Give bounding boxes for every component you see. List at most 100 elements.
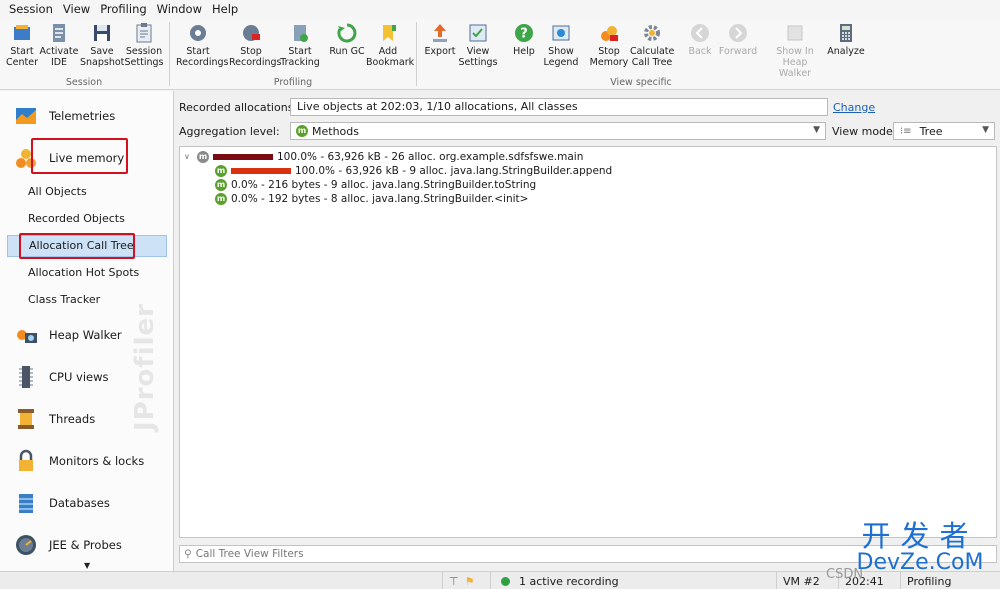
bookmark-icon — [383, 25, 396, 41]
view-mode-label: View mode: — [832, 125, 897, 138]
start-tracking-button[interactable]: Start Tracking — [278, 20, 322, 68]
run-gc-label: Run GC — [329, 46, 365, 57]
status-icons: ⊤ ⚑ — [442, 572, 488, 589]
save-snapshot-label-2: Snapshot — [80, 57, 125, 68]
forward-arrow-icon — [729, 24, 747, 42]
menu-window[interactable]: Window — [152, 2, 207, 16]
start-tracking-icon — [294, 25, 308, 42]
toolbar-separator — [416, 22, 417, 86]
activate-ide-button[interactable]: Activate IDE — [37, 20, 81, 68]
heap-walker-icon — [17, 330, 37, 343]
session-settings-button[interactable]: Session Settings — [122, 20, 166, 68]
calculator-icon — [840, 24, 852, 42]
menu-bar: Session View Profiling Window Help — [0, 0, 1000, 18]
threads-icon — [18, 409, 34, 429]
activate-ide-label-2: IDE — [50, 57, 68, 68]
floppy-disk-icon — [94, 25, 110, 41]
activate-ide-icon — [53, 24, 65, 42]
menu-session[interactable]: Session — [4, 2, 58, 16]
calculate-call-tree-label-2: Call Tree — [631, 57, 673, 68]
tree-row[interactable]: m 100.0% - 63,926 kB - 9 alloc. java.lan… — [215, 164, 612, 178]
session-group-label: Session — [65, 77, 103, 88]
save-snapshot-button[interactable]: Save Snapshot — [80, 20, 124, 68]
method-icon: m — [215, 165, 227, 177]
tree-view-icon: ⁝≡ — [900, 125, 912, 137]
sidebar-subitem-class-tracker[interactable]: Class Tracker — [28, 293, 100, 306]
method-icon: m — [296, 125, 308, 137]
tree-row[interactable]: m 100.0% - 63,926 kB - 26 alloc. org.exa… — [197, 150, 583, 164]
jprofiler-watermark: JProfiler — [130, 302, 160, 431]
sidebar-item-telemetries[interactable]: Telemetries — [0, 99, 172, 133]
start-tracking-label-1: Start — [288, 46, 312, 57]
add-bookmark-label-2: Bookmark — [366, 57, 415, 68]
start-recordings-button[interactable]: Start Recordings — [176, 20, 229, 68]
sidebar-item-databases[interactable]: Databases — [0, 486, 172, 520]
sidebar-item-monitors-locks[interactable]: Monitors & locks — [0, 444, 172, 478]
sidebar-item-label: CPU views — [49, 370, 109, 384]
sidebar-item-jee-probes[interactable]: JEE & Probes — [0, 528, 172, 562]
filter-placeholder: Call Tree View Filters — [195, 548, 304, 560]
stop-memory-button[interactable]: Stop Memory — [587, 20, 631, 68]
tree-row[interactable]: m 0.0% - 216 bytes - 9 alloc. java.lang.… — [215, 178, 536, 192]
calculate-call-tree-button[interactable]: Calculate Call Tree — [630, 20, 674, 68]
change-link[interactable]: Change — [833, 101, 875, 114]
sidebar-item-live-memory[interactable]: Live memory — [0, 141, 172, 175]
method-icon: m — [197, 151, 209, 163]
recording-status: 1 active recording — [490, 572, 620, 589]
sidebar-item-label: Monitors & locks — [49, 454, 145, 468]
sidebar-item-label: Threads — [49, 412, 96, 426]
view-settings-button[interactable]: View Settings — [456, 20, 500, 68]
run-gc-button[interactable]: Run GC — [325, 20, 369, 57]
method-icon: m — [215, 179, 227, 191]
sidebar-subitem-allocation-call-tree[interactable]: Allocation Call Tree — [7, 235, 167, 257]
devze-watermark-cn: 开发者 — [861, 519, 979, 553]
add-bookmark-button[interactable]: Add Bookmark — [366, 20, 415, 68]
menu-profiling[interactable]: Profiling — [95, 2, 151, 16]
help-icon: ? — [515, 24, 533, 42]
back-arrow-icon — [691, 24, 709, 42]
sidebar-item-label: Databases — [49, 496, 110, 510]
analyze-label: Analyze — [827, 46, 865, 57]
aggregation-level-select[interactable]: m Methods ▼ — [290, 122, 826, 140]
live-memory-icon — [16, 149, 36, 168]
show-in-heap-walker-button[interactable]: Show In Heap Walker — [766, 20, 824, 79]
stop-recordings-button[interactable]: Stop Recordings — [229, 20, 281, 68]
show-in-heap-walker-label-1: Show In — [776, 46, 814, 57]
forward-button[interactable]: Forward — [716, 20, 760, 57]
tree-row[interactable]: m 0.0% - 192 bytes - 8 alloc. java.lang.… — [215, 192, 528, 206]
method-icon: m — [215, 193, 227, 205]
recorded-allocations-field: Live objects at 202:03, 1/10 allocations… — [290, 98, 828, 116]
menu-help[interactable]: Help — [207, 2, 243, 16]
svg-text:?: ? — [520, 27, 528, 42]
calculate-call-tree-label-1: Calculate — [630, 46, 675, 57]
chevron-down-icon: ▼ — [982, 125, 989, 135]
tree-collapse-icon[interactable]: ∨ — [184, 152, 190, 161]
stop-memory-label-2: Memory — [589, 57, 629, 68]
sidebar-subitem-allocation-hot-spots[interactable]: Allocation Hot Spots — [28, 266, 139, 279]
search-icon: ⚲ — [184, 548, 192, 560]
recording-indicator-icon — [501, 576, 510, 586]
save-snapshot-label-1: Save — [90, 46, 114, 57]
start-recordings-label-2: Recordings — [176, 57, 229, 68]
aggregation-level-label: Aggregation level: — [179, 125, 280, 138]
probe-gauge-icon — [16, 535, 36, 555]
activate-ide-label-1: Activate — [39, 46, 79, 57]
profiling-group-label: Profiling — [273, 77, 313, 88]
view-mode-select[interactable]: ⁝≡ Tree ▼ — [893, 122, 995, 140]
view-mode-value: Tree — [919, 124, 943, 138]
sidebar-subitem-recorded-objects[interactable]: Recorded Objects — [28, 212, 125, 225]
sidebar-subitem-all-objects[interactable]: All Objects — [28, 185, 87, 198]
show-legend-button[interactable]: Show Legend — [539, 20, 583, 68]
start-center-icon — [14, 25, 30, 40]
telemetries-icon — [16, 108, 36, 124]
session-group: Start Center Activate IDE Save Snapshot … — [0, 18, 168, 90]
start-tracking-label-2: Tracking — [280, 57, 320, 68]
stop-memory-label-1: Stop — [598, 46, 620, 57]
menu-view[interactable]: View — [58, 2, 95, 16]
allocation-call-tree[interactable]: ∨ m 100.0% - 63,926 kB - 26 alloc. org.e… — [179, 146, 997, 538]
toolbar: Start Center Activate IDE Save Snapshot … — [0, 18, 1000, 90]
sidebar-scroll-down-icon[interactable]: ▼ — [84, 561, 90, 570]
analyze-button[interactable]: Analyze — [824, 20, 868, 57]
allocation-bar — [231, 168, 291, 174]
devze-watermark-en: DevZe.CoM — [856, 550, 984, 575]
